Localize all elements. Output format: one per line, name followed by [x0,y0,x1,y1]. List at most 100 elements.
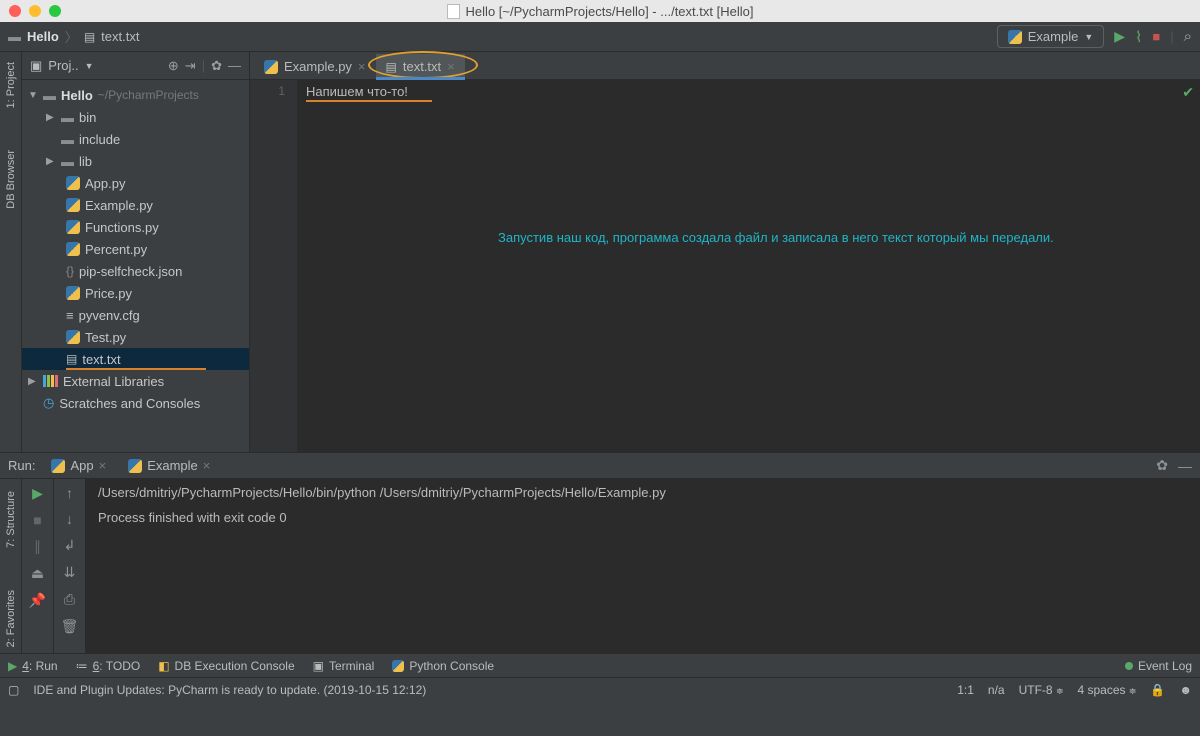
run-tab[interactable]: Example× [122,455,216,476]
run-tab[interactable]: App× [45,455,112,476]
python-icon [66,176,80,190]
python-icon [66,330,80,344]
run-controls-column-2: ↑ ↓ ↲ ⇊ ⎙ 🗑 [54,479,86,653]
chevron-down-icon[interactable]: ▼ [28,90,38,101]
debug-button[interactable]: ⌇ [1135,28,1142,46]
lock-icon[interactable]: 🔒 [1150,683,1165,697]
folder-icon: ▬ [61,154,74,169]
todo-toolwindow-button[interactable]: ≔6: TODO [76,659,141,673]
close-tab-icon[interactable]: × [99,458,107,473]
run-console[interactable]: /Users/dmitriy/PycharmProjects/Hello/bin… [86,479,1200,653]
external-libraries[interactable]: ▶External Libraries [22,370,249,392]
cursor-position[interactable]: 1:1 [957,683,974,697]
db-console-button[interactable]: ◧DB Execution Console [158,659,294,673]
chevron-right-icon[interactable]: ▶ [28,376,38,387]
navigation-bar: ▬ Hello 〉 ▤ text.txt Example ▼ ▶ ⌇ ■ | ⌕ [0,22,1200,52]
folder-icon: ▬ [8,29,21,44]
settings-gear-icon[interactable]: ✿ [1156,457,1168,474]
scratch-icon: ◷ [43,395,54,411]
tree-file-selected[interactable]: ▤text.txt [22,348,249,370]
run-toolwindow-button[interactable]: ▶4: Run [8,659,58,673]
left-tool-rail: 1: Project DB Browser [0,52,22,452]
tree-root[interactable]: ▼ ▬ Hello ~/PycharmProjects [22,84,249,106]
hide-panel-icon[interactable]: — [1178,458,1192,474]
scroll-icon[interactable]: ⇊ [64,564,76,581]
project-tree[interactable]: ▼ ▬ Hello ~/PycharmProjects ▶▬bin ▶▬incl… [22,80,249,418]
structure-tool-button[interactable]: 7: Structure [5,485,17,554]
run-label: Run: [8,458,35,473]
chevron-right-icon[interactable]: ▶ [46,156,56,167]
folder-icon: ▬ [61,110,74,125]
favorites-tool-button[interactable]: 2: Favorites [5,584,17,653]
run-tool-window: Run: App× Example× ✿ — 7: Structure 2: F… [0,452,1200,653]
python-icon [66,198,80,212]
indent-selector[interactable]: 4 spaces ≑ [1077,683,1136,697]
tree-file[interactable]: Test.py [22,326,249,348]
locate-icon[interactable]: ⊕ [168,58,179,74]
python-icon [66,286,80,300]
wrap-icon[interactable]: ↲ [64,537,76,554]
python-icon [1008,30,1022,44]
run-config-selector[interactable]: Example ▼ [997,25,1105,48]
db-browser-tool-button[interactable]: DB Browser [5,144,17,215]
up-icon[interactable]: ↑ [66,485,73,501]
run-button[interactable]: ▶ [1114,28,1125,45]
scratches-consoles[interactable]: ▶◷Scratches and Consoles [22,392,249,414]
bottom-toolbar: ▶4: Run ≔6: TODO ◧DB Execution Console ▣… [0,653,1200,677]
close-tab-icon[interactable]: × [358,59,366,74]
tree-file[interactable]: {}pip-selfcheck.json [22,260,249,282]
editor-body[interactable]: 1 Напишем что-то! Запустив наш код, прог… [250,80,1200,452]
code-area[interactable]: Напишем что-то! Запустив наш код, програ… [298,80,1200,452]
left-tool-rail-lower: 7: Structure 2: Favorites [0,479,22,653]
tree-folder[interactable]: ▶▬bin [22,106,249,128]
exit-icon[interactable]: ⏏ [31,565,44,582]
terminal-button[interactable]: ▣Terminal [313,659,375,673]
python-console-button[interactable]: Python Console [392,659,494,673]
tree-file[interactable]: Example.py [22,194,249,216]
encoding-selector[interactable]: UTF-8 ≑ [1019,683,1064,697]
project-panel-title[interactable]: Proj.. [48,58,78,73]
event-log-button[interactable]: Event Log [1125,659,1192,673]
tree-folder[interactable]: ▶▬include [22,128,249,150]
console-line: /Users/dmitriy/PycharmProjects/Hello/bin… [98,485,1188,500]
hide-panel-icon[interactable]: — [228,58,241,73]
close-tab-icon[interactable]: × [447,59,455,74]
toolwindows-icon[interactable]: ▢ [8,683,19,697]
project-tool-button[interactable]: 1: Project [5,56,17,114]
stop-button[interactable]: ■ [1152,29,1160,44]
tree-file[interactable]: Percent.py [22,238,249,260]
line-sep[interactable]: n/a [988,683,1005,697]
tree-file[interactable]: ≡pyvenv.cfg [22,304,249,326]
pause-icon[interactable]: ∥ [34,538,41,555]
status-message[interactable]: IDE and Plugin Updates: PyCharm is ready… [33,683,426,697]
tree-file[interactable]: Functions.py [22,216,249,238]
python-icon [128,459,142,473]
tree-folder[interactable]: ▶▬lib [22,150,249,172]
folder-icon: ▬ [43,88,56,103]
breadcrumb[interactable]: ▬ Hello 〉 ▤ text.txt [8,27,139,46]
tree-file[interactable]: App.py [22,172,249,194]
pin-icon[interactable]: 📌 [29,592,46,609]
settings-gear-icon[interactable]: ✿ [211,58,222,74]
chevron-right-icon[interactable]: ▶ [46,112,56,123]
editor-tab-active[interactable]: ▤ text.txt × [376,54,465,79]
python-icon [392,660,404,672]
print-icon[interactable]: ⎙ [64,591,75,608]
down-icon[interactable]: ↓ [66,511,73,527]
trash-icon[interactable]: 🗑 [61,618,79,635]
inspector-icon[interactable]: ☻ [1179,683,1192,697]
console-line: Process finished with exit code 0 [98,510,1188,525]
search-icon[interactable]: ⌕ [1184,28,1192,45]
tree-file[interactable]: Price.py [22,282,249,304]
stop-icon[interactable]: ■ [33,512,41,528]
libraries-icon [43,375,58,387]
collapse-icon[interactable]: ⇥ [185,58,196,74]
project-view-icon: ▣ [30,58,42,74]
editor-tabs: Example.py × ▤ text.txt × [250,52,1200,80]
rerun-icon[interactable]: ▶ [32,485,43,502]
editor-tab[interactable]: Example.py × [254,54,376,79]
file-icon [447,4,460,19]
folder-icon: ▬ [61,132,74,147]
close-tab-icon[interactable]: × [203,458,211,473]
checkmark-icon: ✔ [1182,84,1194,101]
